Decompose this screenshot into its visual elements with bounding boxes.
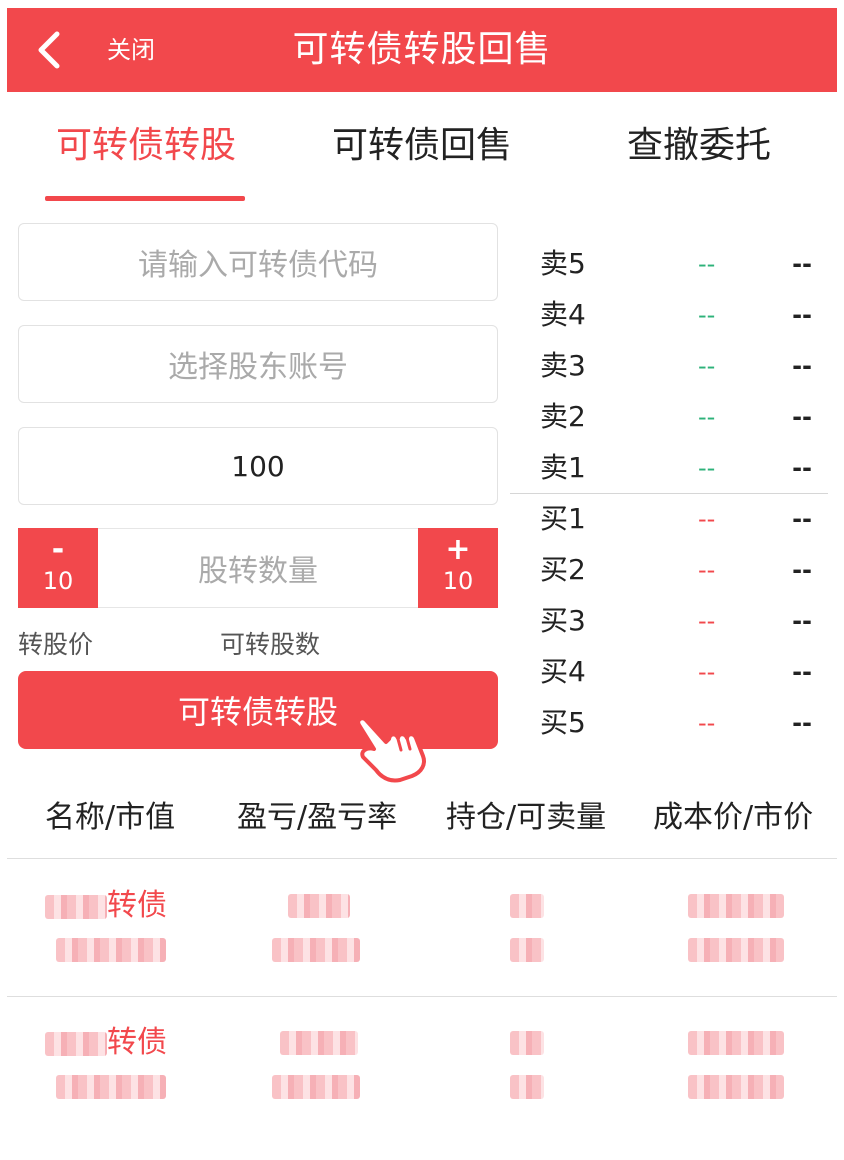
buy-price: -- [698,709,716,737]
quantity-input[interactable]: 股转数量 [98,529,418,607]
redacted-text [288,894,350,918]
sell-volume: -- [792,403,812,431]
buy-price: -- [698,505,716,533]
price-value: 100 [231,449,285,483]
sell-price: -- [698,352,716,380]
tab-convert[interactable]: 可转债转股 [50,122,242,170]
buy-row: 买1 -- -- [510,495,828,546]
buy-volume: -- [792,505,812,533]
tab-cancel-orders[interactable]: 查撤委托 [620,122,778,170]
shareholder-account-select[interactable]: 选择股东账号 [18,325,498,403]
price-field[interactable]: 100 [18,427,498,505]
shareholder-account-placeholder: 选择股东账号 [168,350,348,385]
sell-volume: -- [792,301,812,329]
convertible-qty-label: 可转股数 [220,630,321,659]
redacted-text [56,1075,166,1099]
tab-putback[interactable]: 可转债回售 [326,122,518,170]
redacted-text [45,894,107,919]
sell-level-label: 卖4 [540,298,586,331]
redacted-text [272,938,360,962]
bond-name: 转债 [45,1023,167,1063]
col-pnl: 盈亏/盈亏率 [237,800,398,835]
buy-price: -- [698,607,716,635]
buy-price: -- [698,658,716,686]
redacted-text [688,894,784,918]
buy-row: 买4 -- -- [510,648,828,699]
buy-price: -- [698,556,716,584]
col-cost-price: 成本价/市价 [653,800,814,835]
redacted-text [272,1075,360,1099]
col-position: 持仓/可卖量 [446,800,607,835]
buy-level-label: 买2 [540,553,586,586]
increase-step: 10 [442,567,474,595]
sell-price: -- [698,454,716,482]
table-row[interactable]: 转债 [0,886,844,1023]
redacted-text [688,938,784,962]
sell-row: 卖3 -- -- [510,342,828,393]
redacted-text [45,1031,107,1056]
buy-row: 买2 -- -- [510,546,828,597]
sell-price: -- [698,250,716,278]
sell-volume: -- [792,352,812,380]
pointing-hand-icon [356,716,426,783]
buy-row: 买5 -- -- [510,699,828,750]
sell-volume: -- [792,250,812,278]
buy-level-label: 买3 [540,604,586,637]
sell-row: 卖2 -- -- [510,393,828,444]
title-bar: 关闭 可转债转股回售 [7,8,837,92]
sell-level-label: 卖5 [540,247,586,280]
table-row[interactable]: 转债 [0,1023,844,1160]
quantity-placeholder: 股转数量 [198,554,318,589]
bond-code-input[interactable]: 请输入可转债代码 [18,223,498,301]
plus-icon: + [445,532,471,567]
sell-level-label: 卖2 [540,400,586,433]
col-name-value: 名称/市值 [45,800,176,835]
convert-price-label: 转股价 [18,630,94,659]
redacted-text [56,938,166,962]
table-divider [7,858,837,859]
order-book: 卖5 -- -- 卖4 -- -- 卖3 -- -- 卖2 -- -- 卖1 -… [510,240,828,750]
buy-volume: -- [792,709,812,737]
sell-row: 卖1 -- -- [510,444,828,495]
decrease-step: 10 [42,567,74,595]
page-title: 可转债转股回售 [292,29,552,70]
holdings-header: 名称/市值 盈亏/盈亏率 持仓/可卖量 成本价/市价 [0,780,844,858]
sell-level-label: 卖1 [540,451,586,484]
redacted-text [688,1075,784,1099]
sell-price: -- [698,403,716,431]
sell-price: -- [698,301,716,329]
increase-button[interactable]: + 10 [418,528,498,608]
book-divider [510,493,828,494]
quantity-stepper: - 10 股转数量 + 10 [18,528,498,608]
row-divider [7,996,837,997]
redacted-text [510,1031,544,1055]
buy-row: 买3 -- -- [510,597,828,648]
buy-volume: -- [792,658,812,686]
minus-icon: - [51,532,65,567]
active-tab-indicator [45,196,245,201]
buy-volume: -- [792,607,812,635]
buy-level-label: 买4 [540,655,586,688]
redacted-text [510,894,544,918]
convert-submit-label: 可转债转股 [177,693,338,731]
decrease-button[interactable]: - 10 [18,528,98,608]
redacted-text [280,1031,358,1055]
redacted-text [510,938,544,962]
redacted-text [688,1031,784,1055]
tab-bar: 可转债转股 可转债回售 查撤委托 [0,100,844,210]
bond-name-suffix: 转债 [107,888,167,923]
bond-name: 转债 [45,886,167,926]
buy-level-label: 买5 [540,706,586,739]
bond-name-suffix: 转债 [107,1025,167,1060]
sell-row: 卖4 -- -- [510,291,828,342]
bond-code-placeholder: 请输入可转债代码 [138,248,378,283]
buy-volume: -- [792,556,812,584]
sell-row: 卖5 -- -- [510,240,828,291]
redacted-text [510,1075,544,1099]
sell-level-label: 卖3 [540,349,586,382]
buy-level-label: 买1 [540,502,586,535]
sell-volume: -- [792,454,812,482]
